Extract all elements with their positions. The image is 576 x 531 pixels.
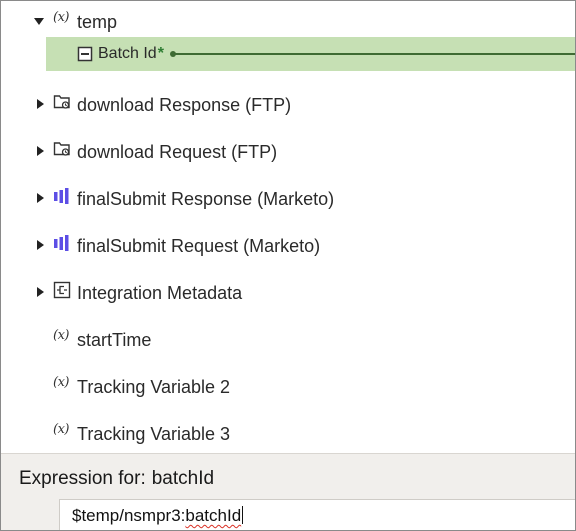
mapping-line (174, 53, 575, 55)
chevron-right-icon[interactable] (34, 192, 46, 204)
chevron-right-icon[interactable] (34, 239, 46, 251)
variable-icon: (x) (53, 10, 69, 25)
tree-item-label: finalSubmit Response (Marketo) (77, 189, 335, 209)
tree-item-label: Batch Id (98, 45, 157, 62)
expression-field-token: batchId (185, 506, 242, 525)
expression-input[interactable]: $temp/nsmpr3:batchId (59, 499, 575, 530)
tree-item-label: temp (77, 12, 118, 32)
tree-item-integration-metadata[interactable]: Integration Metadata (1, 274, 575, 310)
tree-item-label: startTime (77, 330, 152, 350)
source-tree: (x) temp Batch Id* download Response (FT… (1, 1, 575, 453)
tree-item-label: Tracking Variable 2 (77, 377, 231, 397)
expression-field-name: batchId (151, 468, 215, 489)
chevron-right-icon[interactable] (34, 98, 46, 110)
required-indicator: * (157, 45, 164, 62)
tree-item-tracking-variable-2[interactable]: (x) Tracking Variable 2 (1, 368, 575, 404)
marketo-icon (53, 187, 71, 205)
tree-item-label: Integration Metadata (77, 283, 243, 303)
tree-item-label: download Request (FTP) (77, 142, 278, 162)
chevron-down-icon[interactable] (33, 15, 45, 27)
metadata-icon (53, 281, 71, 299)
tree-item-download-request[interactable]: download Request (FTP) (1, 133, 575, 169)
tree-item-tracking-variable-3[interactable]: (x) Tracking Variable 3 (1, 415, 575, 451)
tree-item-finalsubmit-response[interactable]: finalSubmit Response (Marketo) (1, 180, 575, 216)
variable-icon: (x) (53, 328, 69, 343)
variable-icon: (x) (53, 422, 69, 437)
tree-item-label: finalSubmit Request (Marketo) (77, 236, 321, 256)
tree-item-temp[interactable]: (x) temp (1, 3, 575, 39)
tree-item-finalsubmit-request[interactable]: finalSubmit Request (Marketo) (1, 227, 575, 263)
tree-item-batch-id[interactable]: Batch Id* (46, 37, 575, 71)
expression-prefix: $temp/nsmpr3: (72, 506, 186, 525)
ftp-folder-icon (53, 140, 71, 158)
ftp-folder-icon (53, 93, 71, 111)
chevron-right-icon[interactable] (34, 286, 46, 298)
tree-item-download-response[interactable]: download Response (FTP) (1, 86, 575, 122)
marketo-icon (53, 234, 71, 252)
string-field-icon (77, 46, 93, 62)
expression-title: Expression for: (19, 468, 146, 489)
tree-item-label: download Response (FTP) (77, 95, 292, 115)
tree-item-label: Tracking Variable 3 (77, 424, 231, 444)
chevron-right-icon[interactable] (34, 145, 46, 157)
variable-icon: (x) (53, 375, 69, 390)
expression-panel: Expression for: batchId $temp/nsmpr3:batc… (1, 453, 575, 530)
mapper-window: (x) temp Batch Id* download Response (FT… (0, 0, 576, 531)
expression-heading: Expression for: batchId (19, 468, 214, 490)
text-cursor (242, 506, 244, 524)
tree-item-starttime[interactable]: (x) startTime (1, 321, 575, 357)
